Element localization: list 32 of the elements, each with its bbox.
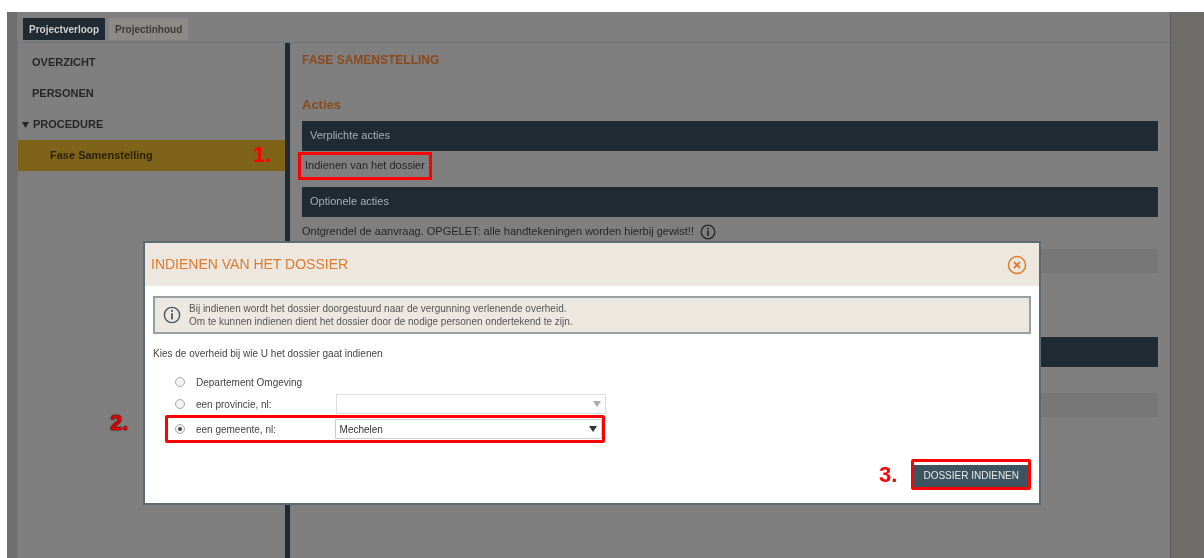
radio-button[interactable]	[175, 424, 185, 434]
section-title: Acties	[302, 96, 343, 114]
sidebar-item[interactable]: PERSONEN	[18, 78, 285, 109]
radio-label: Departement Omgeving	[196, 375, 304, 390]
dropdown-caret-icon	[593, 401, 601, 407]
radio-label: een provincie, nl:	[196, 397, 273, 412]
action-link[interactable]: Indienen van het dossier	[305, 157, 425, 174]
dialog-title: INDIENEN VAN HET DOSSIER	[151, 255, 349, 274]
radio-button[interactable]	[175, 399, 185, 409]
tab[interactable]: Projectinhoud	[109, 18, 189, 40]
dropdown-field[interactable]: Mechelen	[334, 419, 602, 439]
prompt-text: Kies de overheid bij wie U het dossier gaat indienen	[153, 347, 384, 361]
group-header: Optionele acties	[302, 186, 1158, 217]
info-icon	[163, 306, 181, 324]
info-text: Bij indienen wordt het dossier doorgestuurd naar de vergunning verlenende overheid.	[189, 302, 568, 315]
tab[interactable]: Projectverloop	[23, 18, 106, 40]
radio-button[interactable]	[175, 377, 185, 387]
close-icon[interactable]	[1007, 254, 1027, 275]
expand-caret-icon	[22, 121, 29, 128]
action-link[interactable]: Ontgrendel de aanvraag. OPGELET: alle handtekeningen worden hierbij gewist!!	[302, 223, 694, 240]
info-text: Om te kunnen indienen dient het dossier door de nodige personen ondertekend te zijn.	[189, 315, 573, 328]
page-title: FASE SAMENSTELLING	[302, 52, 441, 69]
dropdown-caret-icon	[589, 426, 597, 432]
sidebar-item[interactable]: OVERZICHT	[18, 47, 285, 78]
step-number: 1.	[252, 142, 271, 168]
dropdown-field[interactable]	[336, 394, 606, 414]
sidebar-item[interactable]: PROCEDURE	[18, 109, 285, 140]
step-number: 2.	[110, 410, 129, 436]
radio-label: een gemeente, nl:	[195, 422, 277, 437]
group-header: Verplichte acties	[302, 120, 1158, 151]
step-number: 3.	[879, 461, 898, 489]
submit-button[interactable]: DOSSIER INDIENEN	[914, 464, 1028, 487]
